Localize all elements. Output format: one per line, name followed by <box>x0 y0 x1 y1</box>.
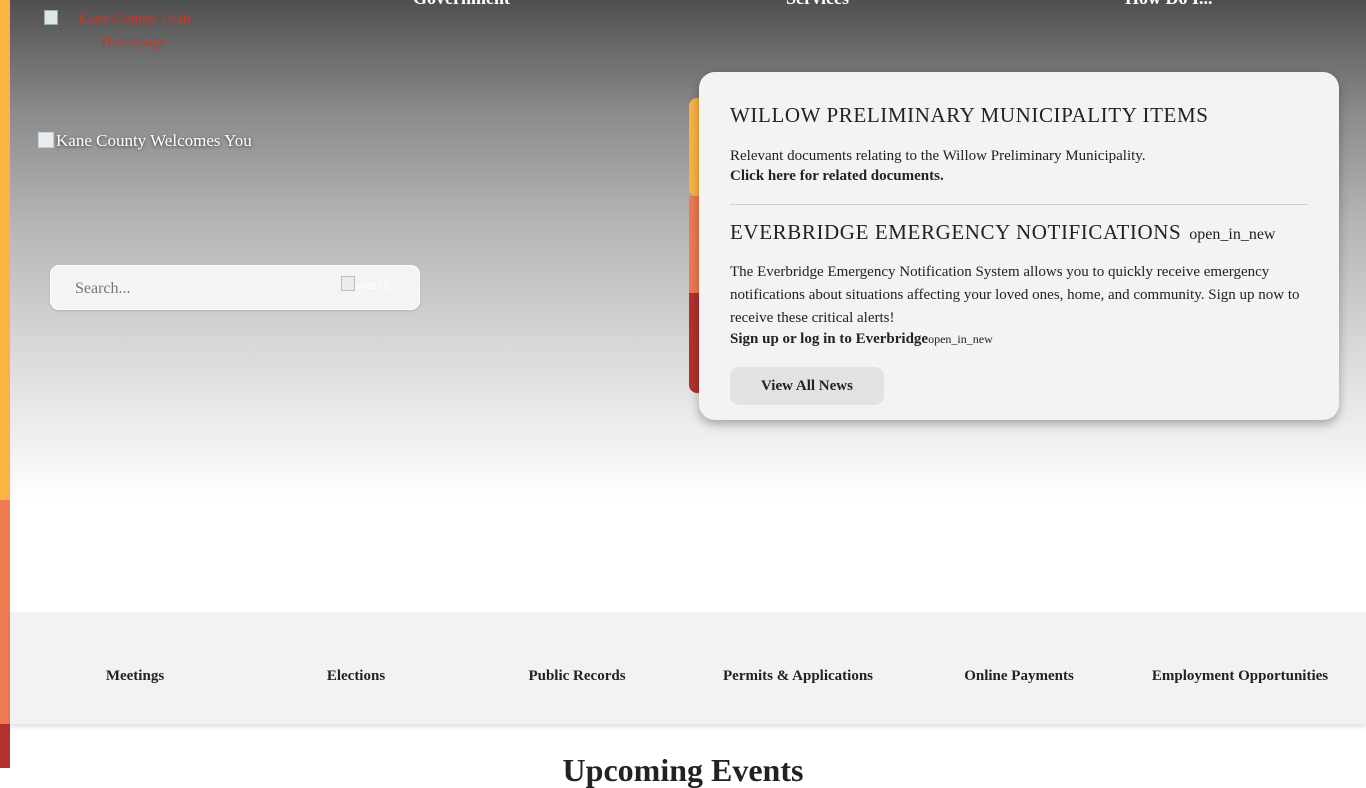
open-in-new-icon: open_in_new <box>928 332 993 346</box>
welcome-image: Kane County Welcomes You <box>38 131 252 151</box>
search-icon <box>341 276 355 291</box>
search-button-alt: search <box>355 278 391 293</box>
news-item-title: WILLOW PRELIMINARY MUNICIPALITY ITEMS <box>730 103 1209 127</box>
news-item-text: Relevant documents relating to the Willo… <box>730 148 1146 164</box>
accent-strip-orange <box>0 500 10 724</box>
quick-link-online-payments[interactable]: Online Payments <box>964 668 1074 685</box>
news-item-text: The Everbridge Emergency Notification Sy… <box>730 264 1300 326</box>
news-card: WILLOW PRELIMINARY MUNICIPALITY ITEMS Re… <box>699 72 1339 420</box>
view-all-news-button[interactable]: View All News <box>730 367 884 405</box>
search-button[interactable]: search <box>341 276 403 298</box>
search-input[interactable] <box>73 276 327 302</box>
nav-government[interactable]: Government <box>413 0 510 9</box>
everbridge-link-label: Sign up or log in to Everbridge <box>730 331 929 347</box>
broken-image-icon <box>38 132 54 148</box>
quick-link-elections[interactable]: Elections <box>327 668 385 685</box>
open-in-new-icon: open_in_new <box>1189 226 1276 243</box>
broken-image-icon <box>44 10 58 25</box>
logo-alt-text: Kane County Utah Homepage <box>77 11 191 50</box>
nav-services[interactable]: Services <box>786 0 849 9</box>
news-item-title[interactable]: EVERBRIDGE EMERGENCY NOTIFICATIONS open_i… <box>730 220 1275 245</box>
search-form: search <box>50 265 420 310</box>
news-item-title-text: EVERBRIDGE EMERGENCY NOTIFICATIONS <box>730 220 1182 244</box>
nav-how-do-i[interactable]: How Do I... <box>1125 0 1213 9</box>
quick-link-employment[interactable]: Employment Opportunities <box>1152 668 1328 685</box>
quick-links-bar: Meetings Elections Public Records Permit… <box>10 612 1366 724</box>
quick-link-meetings[interactable]: Meetings <box>106 668 164 685</box>
upcoming-events-heading: Upcoming Events <box>562 752 804 788</box>
quick-link-permits[interactable]: Permits & Applications <box>723 668 873 685</box>
accent-strip-yellow <box>0 0 10 500</box>
home-logo-link[interactable]: Kane County Utah Homepage <box>44 8 224 54</box>
divider <box>730 204 1308 205</box>
related-documents-link[interactable]: Click here for related documents. <box>730 168 944 185</box>
quick-link-public-records[interactable]: Public Records <box>528 668 625 685</box>
welcome-alt-text: Kane County Welcomes You <box>56 131 252 150</box>
everbridge-signup-link[interactable]: Sign up or log in to Everbridgeopen_in_n… <box>730 331 993 348</box>
